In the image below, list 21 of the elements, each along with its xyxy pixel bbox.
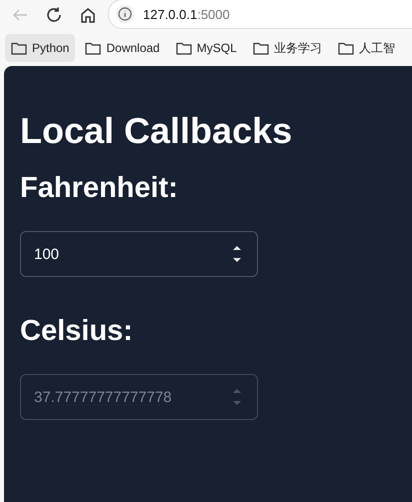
bookmark-folder[interactable]: MySQL [170,34,243,62]
info-icon [115,4,135,24]
url-text: 127.0.0.1:5000 [143,6,230,22]
spinner-icon [232,386,242,408]
folder-icon [85,41,102,55]
reload-icon [45,6,63,24]
address-bar[interactable]: 127.0.0.1:5000 [108,0,412,29]
bookmark-folder[interactable]: 人工智 [332,34,401,62]
field-label: Celsius: [20,315,134,348]
field-label: Fahrenheit: [20,172,179,205]
folder-icon [252,41,269,55]
folder-icon [176,41,192,55]
home-icon [79,6,97,24]
number-input[interactable]: 100 [20,231,258,277]
bookmark-folder[interactable]: Download [79,34,166,62]
folder-icon [338,41,354,55]
spinner-icon [232,243,242,265]
bookmark-folder[interactable]: Python [5,34,76,62]
bookmark-folder[interactable]: 业务学习 [246,34,328,62]
folder-icon [11,41,27,55]
page-title: Local Callbacks [20,110,294,152]
